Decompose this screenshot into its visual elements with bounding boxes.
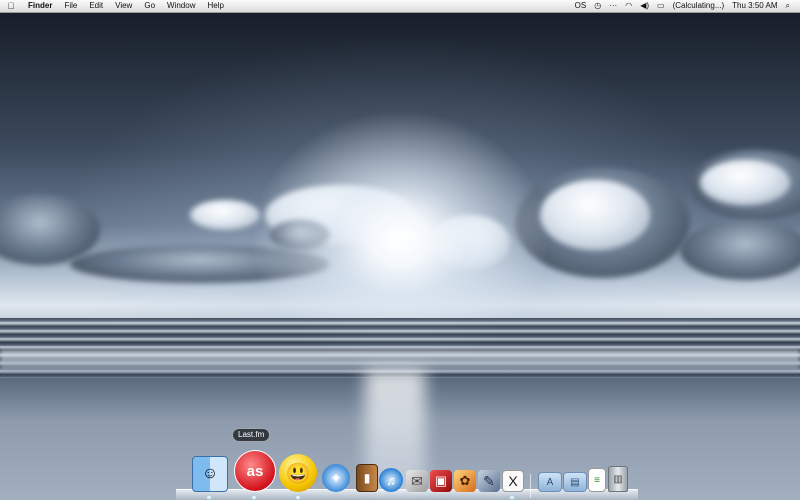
menu-go[interactable]: Go (138, 0, 161, 12)
cloud-far-right-low (680, 220, 800, 280)
wifi-icon[interactable]: ◠ (621, 0, 636, 12)
lastfm-icon[interactable]: as (234, 450, 276, 492)
x11-icon[interactable]: X (502, 470, 524, 492)
menu-file[interactable]: File (58, 0, 83, 12)
menu-bar:  Finder File Edit View Go Window Help O… (0, 0, 800, 13)
running-indicator (207, 496, 211, 499)
cloud-right-highlight (540, 180, 650, 250)
finder-icon[interactable]: ☺ (192, 456, 228, 492)
spotlight-icon[interactable]: ⌕ (782, 0, 794, 12)
menu-app-name[interactable]: Finder (22, 0, 58, 12)
battery-icon[interactable]: ▭ (653, 0, 669, 12)
time-machine-icon[interactable]: ◷ (590, 0, 605, 12)
status-area: OS ◷ ··· ◠ ◀) ▭ (Calculating...) Thu 3:5… (571, 0, 800, 12)
menu-view[interactable]: View (109, 0, 138, 12)
apple-menu-icon[interactable]:  (0, 0, 22, 12)
cloud-left-small (190, 200, 260, 230)
running-indicator (252, 496, 256, 499)
menu-edit[interactable]: Edit (83, 0, 109, 12)
lastfm-status-icon[interactable]: OS (571, 0, 591, 12)
documents-folder-icon[interactable]: ▤ (563, 472, 587, 492)
xcode-icon[interactable]: ✎ (478, 470, 500, 492)
applications-folder-icon[interactable]: A (538, 472, 562, 492)
safari-icon[interactable]: ✦ (322, 464, 350, 492)
dock-tooltip: Last.fm (232, 428, 271, 442)
book-icon[interactable]: ▮ (356, 464, 378, 492)
running-indicator (510, 496, 514, 499)
battery-status[interactable]: (Calculating...) (669, 0, 729, 12)
cloud-far-right-highlight (700, 160, 790, 205)
dock: ☺ as 😃 ✦ ▮ ♫ ✉ ▣ ✿ ✎ X A ▤ ≡ ▥ (176, 450, 638, 500)
menu-window[interactable]: Window (161, 0, 201, 12)
photo-booth-icon[interactable]: ▣ (430, 470, 452, 492)
trash-icon[interactable]: ▥ (608, 466, 628, 492)
mail-icon[interactable]: ✉ (406, 470, 428, 492)
text-document-icon[interactable]: ≡ (588, 468, 606, 492)
itunes-icon[interactable]: ♫ (379, 468, 403, 492)
desktop-wallpaper (0, 0, 800, 500)
messenger-icon[interactable]: 😃 (279, 454, 317, 492)
more-icon[interactable]: ··· (605, 0, 621, 12)
running-indicator (296, 496, 300, 499)
dock-separator (530, 474, 531, 498)
iphoto-icon[interactable]: ✿ (454, 470, 476, 492)
menu-help[interactable]: Help (201, 0, 229, 12)
clock[interactable]: Thu 3:50 AM (728, 0, 781, 12)
volume-icon[interactable]: ◀) (636, 0, 653, 12)
surf (0, 350, 800, 372)
